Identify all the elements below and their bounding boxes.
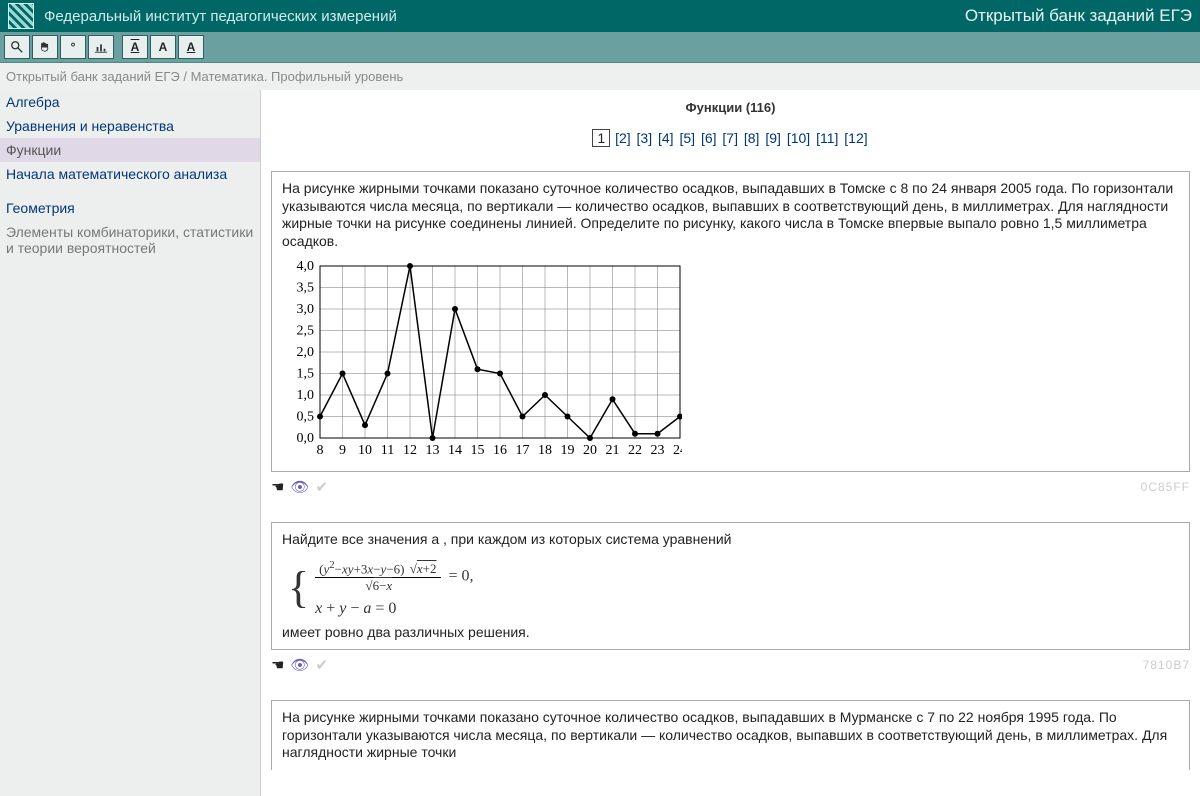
pager-link[interactable]: [12] (844, 130, 867, 146)
font-large-icon[interactable]: А (178, 35, 204, 59)
top-bar: Федеральный институт педагогических изме… (0, 0, 1200, 32)
sidebar-item-calculus[interactable]: Начала математического анализа (0, 162, 260, 186)
task-actions: ☚ 👁 ✔ (271, 656, 328, 674)
task-card: Найдите все значения a , при каждом из к… (271, 522, 1190, 650)
task-text: На рисунке жирными точками показано суто… (282, 709, 1179, 762)
logo-icon (8, 3, 34, 29)
sidebar: Алгебра Уравнения и неравенства Функции … (0, 90, 260, 796)
svg-text:10: 10 (358, 443, 372, 458)
task-chart: 0,0 0,5 1,0 1,5 2,0 2,5 3,0 3,5 4,0 89 10 11 12 13 14 1… (282, 260, 1179, 463)
svg-text:3,5: 3,5 (297, 281, 315, 296)
svg-text:8: 8 (317, 443, 324, 458)
svg-text:22: 22 (628, 443, 642, 458)
eye-icon[interactable]: 👁 (290, 478, 309, 496)
sidebar-item-equations[interactable]: Уравнения и неравенства (0, 114, 260, 138)
svg-text:12: 12 (403, 443, 417, 458)
svg-text:24: 24 (673, 443, 682, 458)
svg-text:11: 11 (381, 443, 394, 458)
degree-icon[interactable]: ° (60, 35, 86, 59)
svg-text:4,0: 4,0 (297, 260, 315, 274)
task-intro: Найдите все значения a , при каждом из к… (282, 531, 731, 547)
pager-link[interactable]: [2] (615, 130, 631, 146)
svg-text:20: 20 (583, 443, 597, 458)
task-text: Найдите все значения a , при каждом из к… (282, 531, 1179, 549)
pager-current: 1 (592, 129, 610, 147)
toolbar: ° А А А (0, 32, 1200, 63)
pager-link[interactable]: [6] (701, 130, 717, 146)
font-normal-icon[interactable]: А (122, 35, 148, 59)
pager-link[interactable]: [11] (816, 130, 838, 146)
bank-title: Открытый банк заданий ЕГЭ (965, 6, 1192, 26)
pager: 1 [2] [3] [4] [5] [6] [7] [8] [9] [10] [… (271, 129, 1190, 147)
font-medium-icon[interactable]: А (150, 35, 176, 59)
page-title: Функции (116) (271, 100, 1190, 115)
svg-text:1,5: 1,5 (297, 367, 315, 382)
institute-title: Федеральный институт педагогических изме… (44, 8, 397, 25)
svg-text:2,5: 2,5 (297, 324, 315, 339)
add-icon[interactable]: ☚ (271, 656, 284, 674)
svg-text:23: 23 (651, 443, 665, 458)
svg-text:3,0: 3,0 (297, 302, 315, 317)
svg-text:2,0: 2,0 (297, 345, 315, 360)
svg-text:21: 21 (606, 443, 620, 458)
pager-link[interactable]: [7] (722, 130, 738, 146)
task-id: 7810B7 (1143, 658, 1190, 672)
task-actions: ☚ 👁 ✔ (271, 478, 328, 496)
svg-text:14: 14 (448, 443, 462, 458)
svg-text:0,5: 0,5 (297, 410, 315, 425)
svg-text:0,0: 0,0 (297, 431, 315, 446)
sidebar-item-combi[interactable]: Элементы комбинаторики, статистики и тео… (0, 220, 260, 260)
svg-text:15: 15 (471, 443, 485, 458)
svg-text:16: 16 (493, 443, 507, 458)
sidebar-item-geometry[interactable]: Геометрия (0, 196, 260, 220)
pager-link[interactable]: [8] (744, 130, 760, 146)
task-text: На рисунке жирными точками показано суто… (282, 180, 1179, 250)
pager-link[interactable]: [3] (637, 130, 653, 146)
svg-text:13: 13 (426, 443, 440, 458)
hand-icon[interactable] (32, 35, 58, 59)
svg-text:9: 9 (339, 443, 346, 458)
pager-link[interactable]: [4] (658, 130, 674, 146)
add-icon[interactable]: ☚ (271, 478, 284, 496)
task-card: На рисунке жирными точками показано суто… (271, 700, 1190, 770)
main-content: Функции (116) 1 [2] [3] [4] [5] [6] [7] … (260, 90, 1200, 796)
task-outro: имеет ровно два различных решения. (282, 624, 1179, 642)
pager-link[interactable]: [9] (765, 130, 781, 146)
breadcrumb: Открытый банк заданий ЕГЭ / Математика. … (0, 63, 1200, 90)
svg-text:17: 17 (516, 443, 530, 458)
sidebar-item-algebra[interactable]: Алгебра (0, 90, 260, 114)
search-icon[interactable] (4, 35, 30, 59)
sidebar-item-functions[interactable]: Функции (0, 138, 260, 162)
svg-text:18: 18 (538, 443, 552, 458)
chart-icon[interactable] (88, 35, 114, 59)
pager-link[interactable]: [10] (787, 130, 810, 146)
task-id: 0C85FF (1141, 480, 1190, 494)
svg-text:19: 19 (561, 443, 575, 458)
check-icon[interactable]: ✔ (316, 656, 329, 674)
pager-link[interactable]: [5] (679, 130, 695, 146)
eye-icon[interactable]: 👁 (290, 656, 309, 674)
svg-text:1,0: 1,0 (297, 388, 315, 403)
check-icon[interactable]: ✔ (316, 478, 329, 496)
task-math: { (y2−xy+3x−y−6) x+2 6−x = 0, x + y − a … (288, 559, 1173, 618)
task-card: На рисунке жирными точками показано суто… (271, 171, 1190, 472)
